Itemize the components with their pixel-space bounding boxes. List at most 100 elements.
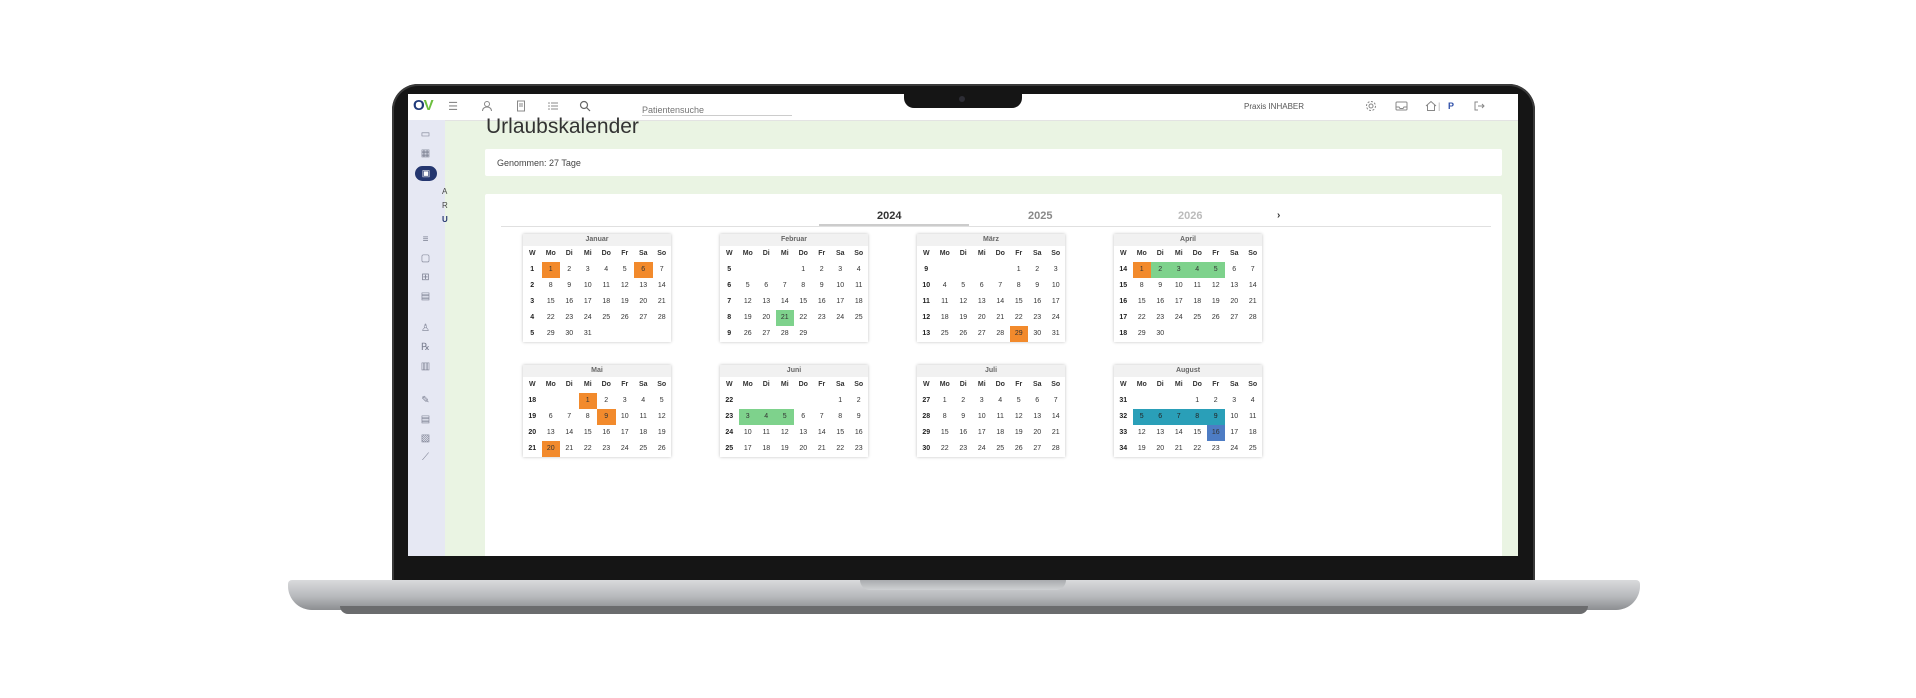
day-cell[interactable]: 10 [739,425,758,441]
day-cell[interactable]: 19 [653,425,672,441]
day-cell[interactable]: 2 [560,262,579,278]
day-cell[interactable]: 21 [1244,294,1263,310]
day-cell[interactable]: 22 [1188,441,1207,457]
chart-icon[interactable]: ⟋ [418,452,433,464]
day-cell[interactable]: 22 [936,441,955,457]
day-cell[interactable]: 26 [739,326,758,342]
day-cell[interactable]: 6 [794,409,813,425]
archive-icon[interactable]: ▤ [418,414,433,426]
day-cell[interactable]: 5 [1010,393,1029,409]
day-cell[interactable]: 1 [1188,393,1207,409]
prescription-icon[interactable]: ℞ [418,342,433,354]
chevron-right-icon[interactable]: › [1277,210,1280,221]
day-cell[interactable]: 9 [597,409,616,425]
day-cell[interactable]: 15 [579,425,598,441]
day-cell[interactable]: 23 [850,441,869,457]
day-cell[interactable]: 15 [1010,294,1029,310]
day-cell[interactable]: 13 [757,294,776,310]
day-cell[interactable]: 14 [1047,409,1066,425]
day-cell[interactable]: 28 [991,326,1010,342]
logout-icon[interactable] [1472,100,1486,114]
day-cell[interactable]: 25 [936,326,955,342]
day-cell[interactable]: 11 [634,409,653,425]
day-cell[interactable]: 9 [1151,278,1170,294]
home-icon[interactable] [1424,100,1438,114]
day-cell[interactable]: 22 [1133,310,1152,326]
day-cell[interactable]: 21 [653,294,672,310]
day-cell[interactable]: 19 [1207,294,1226,310]
pen-icon[interactable]: ✎ [418,395,433,407]
day-cell[interactable]: 7 [1169,409,1188,425]
day-cell[interactable]: 13 [973,294,992,310]
day-cell[interactable]: 22 [1010,310,1029,326]
day-cell[interactable]: 7 [813,409,832,425]
day-cell[interactable]: 23 [954,441,973,457]
day-cell[interactable]: 9 [1028,278,1047,294]
day-cell[interactable]: 16 [954,425,973,441]
day-cell[interactable]: 27 [1225,310,1244,326]
menu-icon[interactable]: ☰ [446,100,460,114]
day-cell[interactable]: 25 [850,310,869,326]
day-cell[interactable]: 17 [1047,294,1066,310]
day-cell[interactable]: 20 [634,294,653,310]
day-cell[interactable]: 10 [831,278,850,294]
day-cell[interactable]: 1 [794,262,813,278]
day-cell[interactable]: 3 [1169,262,1188,278]
day-cell[interactable]: 17 [1225,425,1244,441]
day-cell[interactable]: 17 [973,425,992,441]
day-cell[interactable]: 18 [1244,425,1263,441]
day-cell[interactable]: 20 [794,441,813,457]
day-cell[interactable]: 23 [597,441,616,457]
day-cell[interactable]: 18 [634,425,653,441]
day-cell[interactable]: 25 [991,441,1010,457]
day-cell[interactable]: 7 [1244,262,1263,278]
day-cell[interactable]: 8 [794,278,813,294]
day-cell[interactable]: 4 [991,393,1010,409]
day-cell[interactable]: 8 [1133,278,1152,294]
day-cell[interactable]: 19 [1133,441,1152,457]
search-icon[interactable] [578,100,592,114]
day-cell[interactable]: 6 [1028,393,1047,409]
day-cell[interactable]: 2 [1207,393,1226,409]
day-cell[interactable]: 27 [757,326,776,342]
day-cell[interactable]: 23 [1028,310,1047,326]
day-cell[interactable]: 4 [1188,262,1207,278]
day-cell[interactable]: 28 [1047,441,1066,457]
day-cell[interactable]: 20 [1225,294,1244,310]
day-cell[interactable]: 4 [634,393,653,409]
day-cell[interactable]: 14 [813,425,832,441]
day-cell[interactable]: 26 [954,326,973,342]
day-cell[interactable]: 2 [1028,262,1047,278]
day-cell[interactable]: 12 [616,278,635,294]
day-cell[interactable]: 19 [1010,425,1029,441]
praxis-label[interactable]: Praxis INHABER [1244,102,1304,111]
sidebar-subitem-u[interactable]: U [442,215,448,224]
day-cell[interactable]: 21 [1047,425,1066,441]
day-cell[interactable]: 27 [973,326,992,342]
day-cell[interactable]: 28 [653,310,672,326]
day-cell[interactable]: 12 [776,425,795,441]
day-cell[interactable]: 21 [991,310,1010,326]
day-cell[interactable]: 10 [1170,278,1189,294]
inbox-icon[interactable] [1394,100,1408,114]
day-cell[interactable]: 24 [1170,310,1189,326]
day-cell[interactable]: 20 [757,310,776,326]
day-cell[interactable]: 9 [850,409,869,425]
day-cell[interactable]: 25 [634,441,653,457]
day-cell[interactable]: 4 [757,409,776,425]
day-cell[interactable]: 11 [757,425,776,441]
day-cell[interactable]: 30 [1151,326,1170,342]
day-cell[interactable]: 9 [954,409,973,425]
day-cell[interactable]: 21 [775,310,794,326]
day-cell[interactable]: 6 [973,278,992,294]
day-cell[interactable]: 4 [1244,393,1263,409]
day-cell[interactable]: 6 [757,278,776,294]
day-cell[interactable]: 31 [1047,326,1066,342]
day-cell[interactable]: 30 [560,326,579,342]
day-cell[interactable]: 3 [616,393,635,409]
day-cell[interactable]: 4 [597,262,616,278]
day-cell[interactable]: 16 [850,425,869,441]
day-cell[interactable]: 17 [1170,294,1189,310]
day-cell[interactable]: 17 [831,294,850,310]
day-cell[interactable]: 29 [542,326,561,342]
